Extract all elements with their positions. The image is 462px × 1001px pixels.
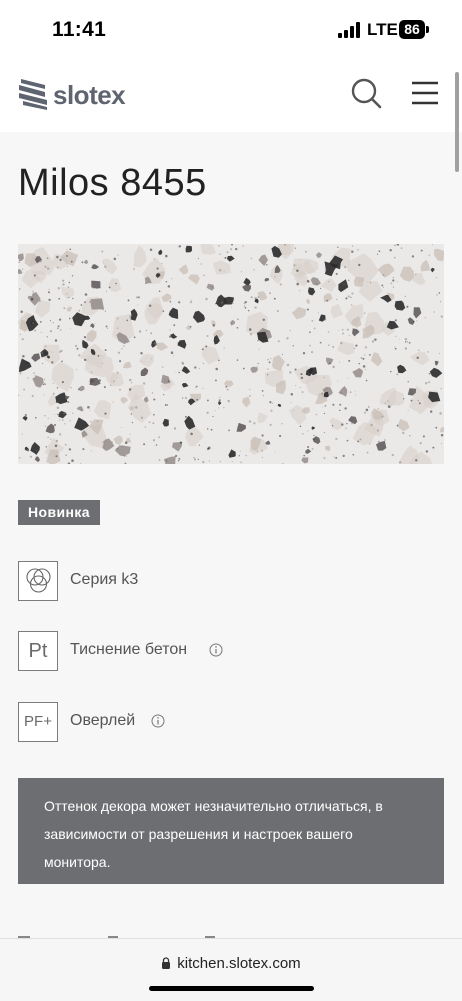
info-icon[interactable]: [209, 643, 223, 657]
logo-text: slotex: [53, 80, 126, 110]
slotex-logo[interactable]: slotex: [17, 73, 135, 113]
slotex-logo-mark: [19, 79, 47, 110]
battery-icon: 86: [399, 20, 429, 39]
series-circles-icon: [18, 561, 58, 601]
product-title: Milos 8455: [18, 162, 207, 204]
feature-embossing: Pt Тиснение бетон: [18, 631, 318, 671]
scrollbar-thumb[interactable]: [455, 72, 459, 172]
new-badge: Новинка: [18, 500, 100, 525]
feature-series: Серия k3: [18, 561, 318, 601]
feature-embossing-label: Тиснение бетон: [70, 641, 188, 658]
embossing-pt-icon: Pt: [18, 631, 58, 671]
battery-level: 86: [404, 21, 420, 37]
color-disclaimer: Оттенок декора может незначительно отлич…: [18, 778, 444, 884]
home-indicator[interactable]: [149, 986, 314, 991]
search-icon[interactable]: [349, 76, 383, 110]
signal-bars-icon: [338, 22, 360, 38]
status-time: 11:41: [52, 18, 107, 41]
status-bar: 11:41 LTE 86: [0, 0, 462, 60]
browser-address-bar[interactable]: kitchen.slotex.com: [0, 938, 462, 1001]
feature-series-label: Серия k3: [70, 571, 139, 588]
embossing-icon-text: Pt: [28, 640, 48, 662]
overlay-icon-text: PF+: [24, 713, 52, 730]
lock-icon: [162, 957, 171, 969]
network-type: LTE: [367, 20, 398, 39]
info-icon[interactable]: [151, 714, 165, 728]
url-row[interactable]: kitchen.slotex.com: [0, 955, 462, 972]
feature-overlay: PF+ Оверлей: [18, 702, 318, 742]
feature-overlay-label: Оверлей: [70, 712, 136, 729]
decor-swatch-image[interactable]: [18, 244, 444, 464]
hamburger-menu-icon[interactable]: [408, 78, 442, 108]
overlay-pf-icon: PF+: [18, 702, 58, 742]
site-header: slotex: [0, 60, 462, 132]
url-text: kitchen.slotex.com: [177, 955, 301, 972]
